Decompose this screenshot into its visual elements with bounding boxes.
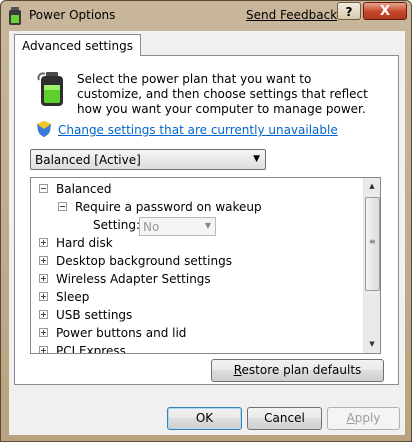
ok-button[interactable]: OK bbox=[167, 407, 242, 430]
description-text: Select the power plan that you want to c… bbox=[77, 72, 368, 116]
restore-plan-defaults-button[interactable]: Restore plan defaults bbox=[211, 359, 384, 382]
tree-item-usb-settings[interactable]: USB settings bbox=[39, 306, 132, 324]
shield-icon bbox=[37, 121, 51, 137]
tree-item-hard-disk[interactable]: Hard disk bbox=[39, 234, 113, 252]
settings-tree[interactable]: Balanced Require a password on wakeup Se… bbox=[30, 177, 381, 354]
chevron-down-icon: ▼ bbox=[204, 221, 211, 230]
title-bar[interactable]: Power Options Send Feedback ? X bbox=[1, 1, 411, 31]
collapse-icon[interactable] bbox=[58, 202, 67, 211]
scroll-down-icon[interactable]: ▼ bbox=[364, 336, 380, 353]
setting-dropdown[interactable]: No ▼ bbox=[139, 217, 216, 236]
tree-item-pci-express[interactable]: PCI Express bbox=[39, 342, 126, 354]
button-accelerator: A bbox=[346, 411, 355, 425]
settings-tree-content: Balanced Require a password on wakeup Se… bbox=[31, 178, 365, 354]
grip-icon: ≡ bbox=[369, 237, 376, 246]
tree-item-label: Wireless Adapter Settings bbox=[56, 272, 211, 286]
tree-item-label: Desktop background settings bbox=[56, 254, 232, 268]
apply-button[interactable]: Apply bbox=[327, 407, 400, 430]
expand-icon[interactable] bbox=[39, 328, 48, 337]
collapse-icon[interactable] bbox=[39, 184, 48, 193]
dialog-body: Advanced settings Select the power plan … bbox=[9, 31, 405, 435]
expand-icon[interactable] bbox=[39, 256, 48, 265]
button-label: pply bbox=[354, 411, 381, 425]
tree-item-label: Sleep bbox=[56, 290, 90, 304]
expand-icon[interactable] bbox=[39, 346, 48, 353]
tree-item-label: USB settings bbox=[56, 308, 133, 322]
button-label: estore plan defaults bbox=[241, 363, 362, 377]
power-options-window: Power Options Send Feedback ? X Advanced… bbox=[0, 0, 412, 442]
advanced-settings-panel: Select the power plan that you want to c… bbox=[14, 55, 399, 385]
close-button[interactable]: X bbox=[363, 2, 407, 20]
tab-advanced-settings[interactable]: Advanced settings bbox=[14, 34, 141, 56]
tree-item-power-buttons[interactable]: Power buttons and lid bbox=[39, 324, 186, 342]
tree-item-label: Hard disk bbox=[56, 236, 113, 250]
tree-item-wireless-adapter[interactable]: Wireless Adapter Settings bbox=[39, 270, 211, 288]
power-plan-value: Balanced [Active] bbox=[35, 153, 141, 167]
tree-item-label: Require a password on wakeup bbox=[75, 200, 262, 214]
tree-item-label: Power buttons and lid bbox=[56, 326, 187, 340]
scrollbar-thumb[interactable]: ≡ bbox=[365, 197, 380, 291]
change-settings-link[interactable]: Change settings that are currently unava… bbox=[58, 123, 338, 137]
tree-item-balanced[interactable]: Balanced bbox=[39, 180, 111, 198]
power-options-icon bbox=[9, 7, 21, 25]
tree-item-sleep[interactable]: Sleep bbox=[39, 288, 89, 306]
tree-item-require-password[interactable]: Require a password on wakeup bbox=[58, 198, 262, 216]
tree-item-label: Balanced bbox=[56, 182, 112, 196]
send-feedback-link[interactable]: Send Feedback bbox=[246, 8, 337, 22]
window-title: Power Options bbox=[29, 8, 116, 22]
power-plan-dropdown[interactable]: Balanced [Active] ▼ bbox=[30, 149, 266, 170]
setting-label: Setting: bbox=[93, 218, 141, 232]
chevron-down-icon: ▼ bbox=[253, 154, 260, 164]
expand-icon[interactable] bbox=[39, 292, 48, 301]
expand-icon[interactable] bbox=[39, 274, 48, 283]
tree-item-desktop-background[interactable]: Desktop background settings bbox=[39, 252, 232, 270]
cancel-button[interactable]: Cancel bbox=[247, 407, 322, 430]
expand-icon[interactable] bbox=[39, 310, 48, 319]
help-button[interactable]: ? bbox=[337, 2, 361, 20]
battery-plug-icon bbox=[37, 72, 63, 106]
scroll-up-icon[interactable]: ▲ bbox=[364, 178, 380, 195]
button-accelerator: R bbox=[233, 363, 242, 377]
expand-icon[interactable] bbox=[39, 238, 48, 247]
setting-value: No bbox=[143, 220, 160, 234]
vertical-scrollbar[interactable]: ▲ ≡ ▼ bbox=[363, 178, 380, 353]
tree-item-label: PCI Express bbox=[56, 344, 126, 354]
